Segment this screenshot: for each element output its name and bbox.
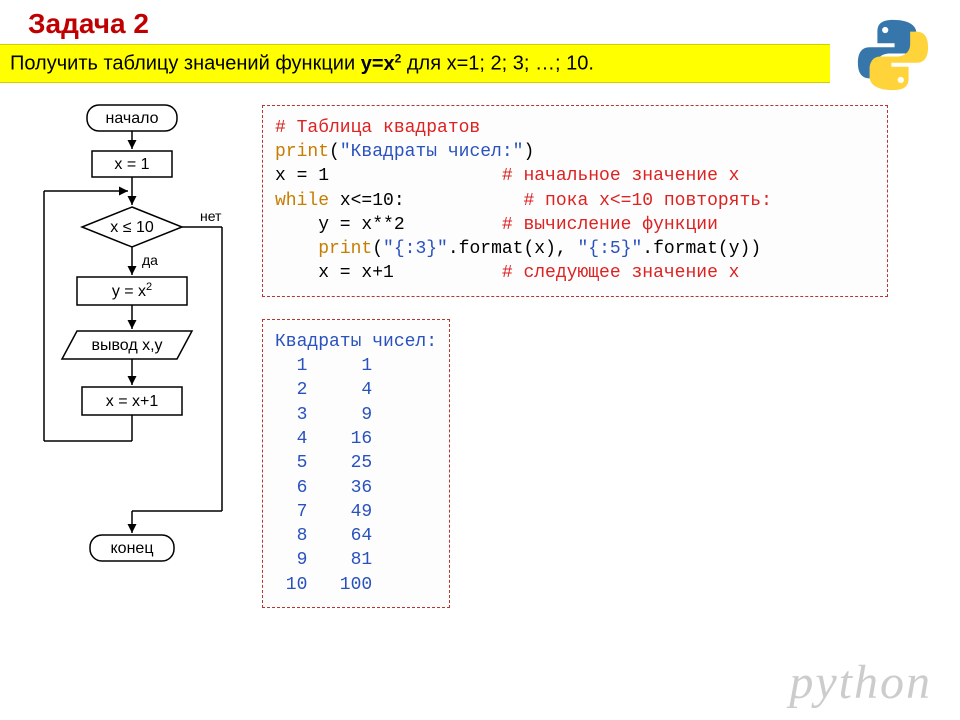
task-text-suffix: для x=1; 2; 3; …; 10. (401, 53, 594, 75)
code-l6-fn: print (318, 239, 372, 259)
code-block: # Таблица квадратов print("Квадраты чисе… (262, 105, 888, 297)
code-l4: x<=10: (329, 191, 523, 211)
flow-end: конец (111, 540, 154, 557)
code-l6-end: .format(y)) (642, 239, 761, 259)
code-l3: x = 1 (275, 166, 502, 186)
code-l2-fn: print (275, 142, 329, 162)
task-text-prefix: Получить таблицу значений функции (10, 53, 361, 75)
code-l1: # Таблица квадратов (275, 118, 480, 138)
code-l6-str1: "{:3}" (383, 239, 448, 259)
code-l2-close: ) (523, 142, 534, 162)
page-title: Задача 2 (0, 0, 960, 44)
python-watermark: python (789, 655, 932, 710)
code-l4-com: # пока x<=10 повторять: (523, 191, 771, 211)
code-l7-com: # следующее значение x (502, 263, 740, 283)
code-l2-paren: ( (329, 142, 340, 162)
code-l6-indent (275, 239, 318, 259)
code-l6-str2: "{:5}" (577, 239, 642, 259)
code-l4-kw: while (275, 191, 329, 211)
code-l2-str: "Квадраты чисел:" (340, 142, 524, 162)
code-l5-com: # вычисление функции (502, 215, 718, 235)
task-banner: Получить таблицу значений функции y=x2 д… (0, 44, 830, 83)
code-l6-mid: .format(x), (448, 239, 578, 259)
python-logo-icon (854, 16, 932, 99)
code-l7: x = x+1 (275, 263, 502, 283)
code-l6-paren: ( (372, 239, 383, 259)
flow-output: вывод x,y (91, 337, 162, 354)
flow-yes-label: да (142, 252, 158, 268)
flow-cond: x ≤ 10 (110, 219, 154, 236)
flow-inc: x = x+1 (106, 393, 159, 410)
task-func: y=x (361, 53, 395, 75)
flow-start: начало (105, 110, 158, 127)
code-l5: y = x**2 (275, 215, 502, 235)
flowchart: начало x = 1 x ≤ 10 нет да y = x2 выво (0, 101, 262, 608)
code-l3-com: # начальное значение x (502, 166, 740, 186)
flow-no-label: нет (200, 208, 222, 224)
flow-init: x = 1 (114, 156, 149, 173)
output-block: Квадраты чисел: 1 1 2 4 3 9 4 16 5 25 6 … (262, 319, 450, 608)
